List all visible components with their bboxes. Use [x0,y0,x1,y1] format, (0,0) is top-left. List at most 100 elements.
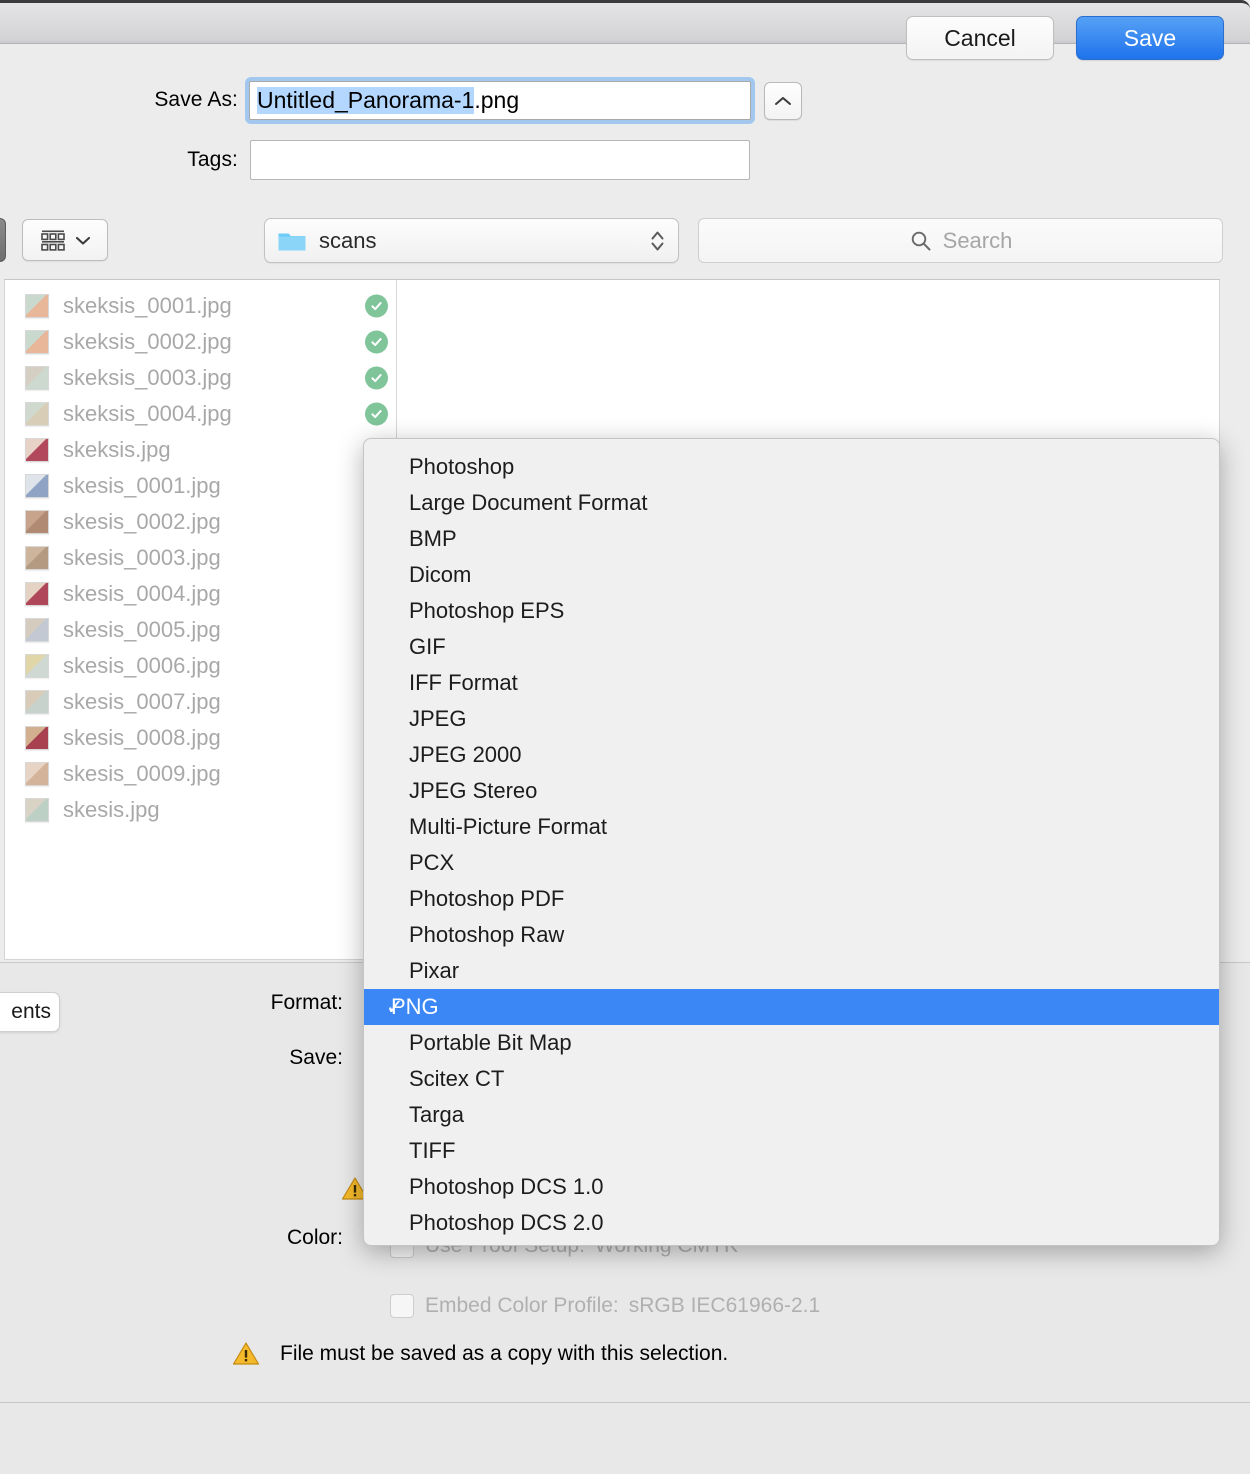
file-name-label: skesis_0005.jpg [63,617,221,643]
file-thumbnail [25,474,49,498]
format-menu-item[interactable]: BMP [364,521,1219,557]
file-list-item[interactable]: skesis_0008.jpg [5,720,396,756]
file-list-item[interactable]: skesis_0006.jpg [5,648,396,684]
folder-location-popup[interactable]: scans [264,218,679,263]
file-list-item[interactable]: skesis_0005.jpg [5,612,396,648]
save-as-input[interactable]: Untitled_Panorama-1.png [249,81,751,120]
disclosure-collapse-button[interactable] [764,82,802,120]
file-list-item[interactable]: skesis_0004.jpg [5,576,396,612]
format-menu-item[interactable]: PCX [364,845,1219,881]
chevron-down-icon [75,235,91,246]
format-menu-item[interactable]: JPEG 2000 [364,737,1219,773]
chevron-up-icon [774,95,792,107]
format-menu-item[interactable]: Scitex CT [364,1061,1219,1097]
save-as-filename-selected: Untitled_Panorama-1 [257,87,474,114]
folder-icon [277,229,307,253]
format-menu-item[interactable]: IFF Format [364,665,1219,701]
format-menu-item-label: Photoshop Raw [409,922,564,948]
warning-message-row: File must be saved as a copy with this s… [232,1341,728,1366]
format-menu-item[interactable]: Pixar [364,953,1219,989]
file-name-label: skeksis_0002.jpg [63,329,232,355]
file-list-item[interactable]: skeksis_0002.jpg [5,324,396,360]
format-menu-item[interactable]: GIF [364,629,1219,665]
format-menu-item-label: Photoshop [409,454,514,480]
search-input[interactable]: Search [698,218,1223,263]
file-list-item[interactable]: skesis_0001.jpg [5,468,396,504]
file-thumbnail [25,654,49,678]
file-list-item[interactable]: skesis.jpg [5,792,396,828]
format-menu-item[interactable]: Photoshop DCS 1.0 [364,1169,1219,1205]
format-menu-item[interactable]: Portable Bit Map [364,1025,1219,1061]
format-menu-item-label: IFF Format [409,670,518,696]
tags-input[interactable] [250,140,750,180]
file-name-label: skeksis_0001.jpg [63,293,232,319]
file-status-check-icon [365,331,388,354]
format-menu-item-label: JPEG Stereo [409,778,537,804]
window-titlebar [0,0,1250,44]
warning-triangle-icon [232,1341,260,1366]
view-mode-button[interactable] [22,219,108,261]
save-button-label: Save [1124,25,1176,52]
search-icon [909,229,933,253]
file-thumbnail [25,582,49,606]
file-name-label: skesis_0008.jpg [63,725,221,751]
tags-label: Tags: [0,148,238,172]
format-menu-item-label: Scitex CT [409,1066,504,1092]
save-label: Save: [123,1046,343,1070]
format-menu-item[interactable]: ✓PNG [364,989,1219,1025]
file-list-item[interactable]: skeksis_0001.jpg [5,288,396,324]
save-as-field-wrapper[interactable]: Untitled_Panorama-1.png [245,77,755,124]
file-thumbnail [25,438,49,462]
format-menu-item[interactable]: TIFF [364,1133,1219,1169]
file-list-item[interactable]: skesis_0003.jpg [5,540,396,576]
format-menu-item[interactable]: Large Document Format [364,485,1219,521]
file-name-label: skesis_0007.jpg [63,689,221,715]
file-list-item[interactable]: skeksis.jpg [5,432,396,468]
file-list-item[interactable]: skeksis_0003.jpg [5,360,396,396]
cancel-button[interactable]: Cancel [906,16,1054,60]
format-menu-item[interactable]: Photoshop PDF [364,881,1219,917]
file-status-check-icon [365,295,388,318]
file-list-column[interactable]: skeksis_0001.jpg skeksis_0002.jpg skeksis_… [5,280,397,960]
format-menu-item[interactable]: JPEG Stereo [364,773,1219,809]
format-menu-item-label: Multi-Picture Format [409,814,607,840]
embed-color-profile-row[interactable]: Embed Color Profile: sRGB IEC61966-2.1 [390,1294,820,1318]
file-name-label: skesis_0003.jpg [63,545,221,571]
save-button[interactable]: Save [1076,16,1224,60]
format-menu-item-label: Dicom [409,562,471,588]
format-menu-item[interactable]: Photoshop [364,449,1219,485]
file-status-check-icon [365,367,388,390]
format-menu-item-label: Photoshop EPS [409,598,564,624]
file-thumbnail [25,366,49,390]
format-label: Format: [123,991,343,1015]
file-name-label: skesis.jpg [63,797,160,823]
format-menu-item-label: Portable Bit Map [409,1030,572,1056]
format-menu-item[interactable]: JPEG [364,701,1219,737]
format-menu-item[interactable]: Photoshop EPS [364,593,1219,629]
embed-color-profile-value: sRGB IEC61966-2.1 [629,1294,820,1318]
format-menu-item-label: PCX [409,850,454,876]
file-list-item[interactable]: skesis_0007.jpg [5,684,396,720]
embed-color-profile-checkbox[interactable] [390,1294,414,1318]
search-placeholder-label: Search [943,228,1013,254]
format-menu-item[interactable]: Photoshop DCS 2.0 [364,1205,1219,1241]
format-menu-item-label: Pixar [409,958,459,984]
file-list-item[interactable]: skesis_0002.jpg [5,504,396,540]
file-thumbnail [25,798,49,822]
format-menu-item-label: GIF [409,634,446,660]
format-menu-item[interactable]: Multi-Picture Format [364,809,1219,845]
format-menu-item[interactable]: Dicom [364,557,1219,593]
recents-sidebar-button[interactable]: ents [0,992,60,1032]
file-name-label: skesis_0009.jpg [63,761,221,787]
file-list-item[interactable]: skesis_0009.jpg [5,756,396,792]
format-menu-item-label: BMP [409,526,457,552]
file-list-item[interactable]: skeksis_0004.jpg [5,396,396,432]
format-menu-item-label: JPEG [409,706,466,732]
file-thumbnail [25,618,49,642]
cancel-button-label: Cancel [944,25,1016,52]
format-dropdown-menu[interactable]: Photoshop Large Document Format BMP Dicom Ph… [363,438,1220,1246]
icon-view-grid [39,228,69,252]
format-menu-item[interactable]: Photoshop Raw [364,917,1219,953]
back-forward-segment-partial[interactable] [0,218,6,262]
format-menu-item[interactable]: Targa [364,1097,1219,1133]
